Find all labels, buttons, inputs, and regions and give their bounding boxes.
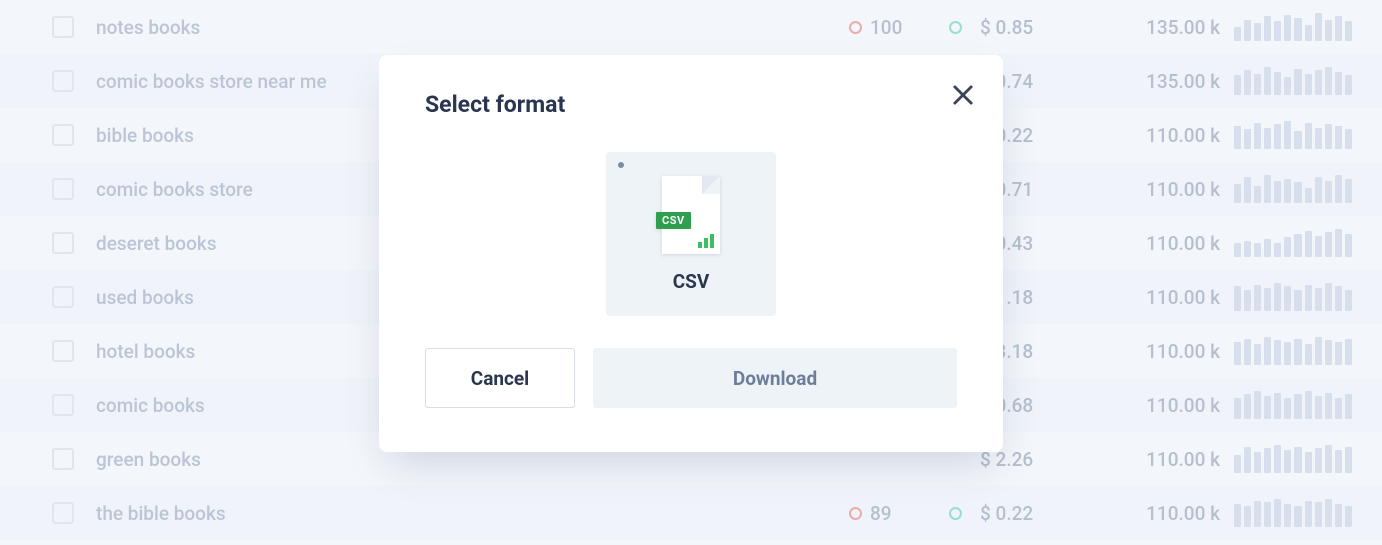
modal-title: Select format: [425, 91, 957, 118]
csv-tag: CSV: [656, 212, 691, 229]
format-option-csv[interactable]: CSV CSV: [606, 152, 776, 316]
modal-overlay: Select format CSV CSV Cancel Download: [0, 0, 1382, 545]
csv-file-icon: CSV: [662, 176, 720, 254]
cancel-button[interactable]: Cancel: [425, 348, 575, 408]
select-format-modal: Select format CSV CSV Cancel Download: [379, 55, 1003, 452]
format-label: CSV: [673, 270, 710, 293]
modal-actions: Cancel Download: [425, 348, 957, 408]
close-icon[interactable]: [949, 81, 977, 109]
radio-selected-icon: [618, 162, 624, 168]
download-button[interactable]: Download: [593, 348, 957, 408]
chart-icon: [698, 234, 714, 248]
